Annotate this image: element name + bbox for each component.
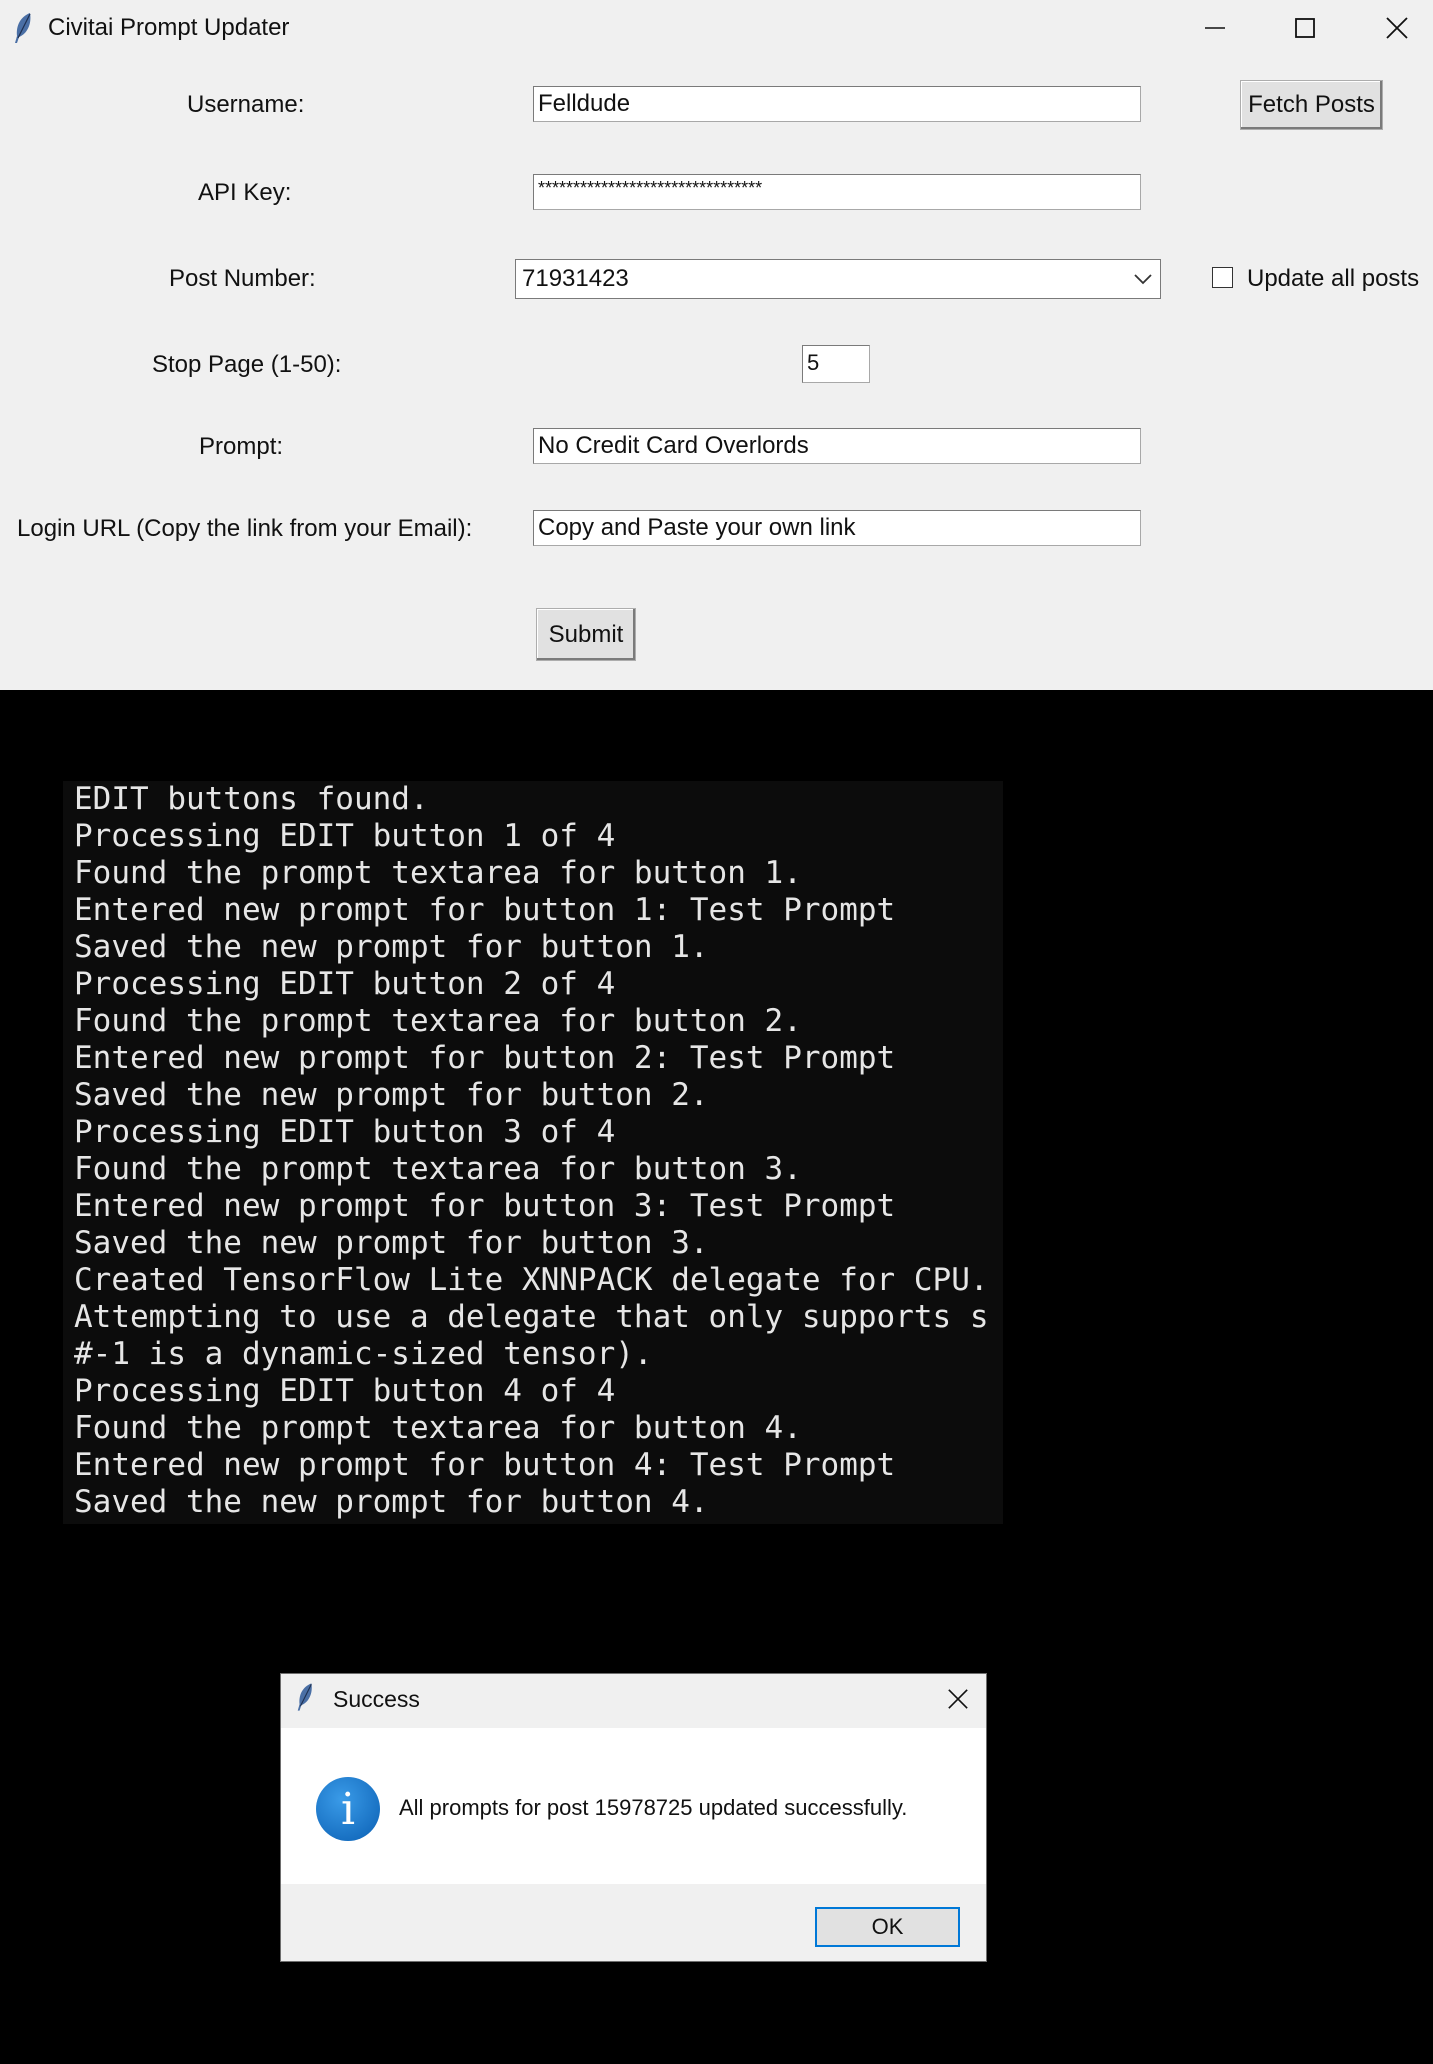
- dialog-body: i All prompts for post 15978725 updated …: [281, 1728, 986, 1884]
- close-icon: [1386, 17, 1408, 39]
- console-line: Created TensorFlow Lite XNNPACK delegate…: [74, 1262, 989, 1298]
- minimize-icon: [1205, 27, 1225, 29]
- close-button[interactable]: [1352, 0, 1433, 56]
- success-dialog: Success i All prompts for post 15978725 …: [281, 1674, 986, 1961]
- console-line: Saved the new prompt for button 3.: [74, 1225, 709, 1261]
- console-output: EDIT buttons found. Processing EDIT butto…: [63, 781, 1003, 1524]
- dialog-title: Success: [333, 1686, 420, 1712]
- api-key-label: API Key:: [198, 179, 292, 206]
- post-number-label: Post Number:: [169, 265, 316, 292]
- dialog-close-button[interactable]: [933, 1674, 983, 1724]
- console-line: Processing EDIT button 3 of 4: [74, 1114, 616, 1150]
- post-number-dropdown[interactable]: 71931423: [515, 259, 1161, 299]
- console-line: Found the prompt textarea for button 3.: [74, 1151, 802, 1187]
- console-line: Entered new prompt for button 4: Test Pr…: [74, 1447, 896, 1483]
- stop-page-label: Stop Page (1-50):: [152, 351, 342, 378]
- console-line: Saved the new prompt for button 1.: [74, 929, 709, 965]
- console-line: Found the prompt textarea for button 2.: [74, 1003, 802, 1039]
- prompt-field[interactable]: No Credit Card Overlords: [533, 428, 1141, 464]
- feather-icon: [15, 13, 31, 43]
- dialog-message: All prompts for post 15978725 updated su…: [399, 1795, 908, 1820]
- feather-icon: [297, 1683, 312, 1711]
- console-line: EDIT buttons found.: [74, 781, 429, 817]
- console-line: #-1 is a dynamic-sized tensor).: [74, 1336, 653, 1372]
- login-url-label: Login URL (Copy the link from your Email…: [17, 515, 473, 542]
- stop-page-field[interactable]: 5: [802, 345, 870, 383]
- post-number-value: 71931423: [522, 265, 629, 292]
- console-line: Processing EDIT button 1 of 4: [74, 818, 616, 854]
- console-line: Processing EDIT button 4 of 4: [74, 1373, 616, 1409]
- username-label: Username:: [187, 91, 305, 118]
- title-bar[interactable]: Civitai Prompt Updater: [0, 0, 1433, 58]
- console-line: Found the prompt textarea for button 4.: [74, 1410, 802, 1446]
- update-all-checkbox[interactable]: [1212, 267, 1233, 288]
- fetch-posts-button[interactable]: Fetch Posts: [1240, 80, 1383, 130]
- maximize-button[interactable]: [1260, 0, 1350, 56]
- username-field[interactable]: Felldude: [533, 86, 1141, 122]
- info-icon: i: [316, 1777, 380, 1841]
- api-key-field[interactable]: ********************************: [533, 174, 1141, 210]
- prompt-label: Prompt:: [199, 433, 284, 460]
- console-line: Entered new prompt for button 2: Test Pr…: [74, 1040, 896, 1076]
- chevron-down-icon: [1134, 260, 1152, 298]
- console-line: Processing EDIT button 2 of 4: [74, 966, 616, 1002]
- close-icon: [948, 1689, 968, 1709]
- console-line: Entered new prompt for button 1: Test Pr…: [74, 892, 896, 928]
- main-window: Civitai Prompt Updater Username: Felldud…: [0, 0, 1433, 690]
- console-line: Saved the new prompt for button 4.: [74, 1484, 709, 1520]
- console-line: Saved the new prompt for button 2.: [74, 1077, 709, 1113]
- console-line: Attempting to use a delegate that only s…: [74, 1299, 989, 1335]
- console-line: Found the prompt textarea for button 1.: [74, 855, 802, 891]
- maximize-icon: [1295, 18, 1315, 38]
- minimize-button[interactable]: [1170, 0, 1260, 56]
- update-all-label: Update all posts: [1247, 265, 1420, 292]
- window-title: Civitai Prompt Updater: [48, 14, 290, 41]
- login-url-field[interactable]: Copy and Paste your own link: [533, 510, 1141, 546]
- submit-button[interactable]: Submit: [536, 608, 636, 661]
- ok-button[interactable]: OK: [815, 1907, 960, 1947]
- console-line: Entered new prompt for button 3: Test Pr…: [74, 1188, 896, 1224]
